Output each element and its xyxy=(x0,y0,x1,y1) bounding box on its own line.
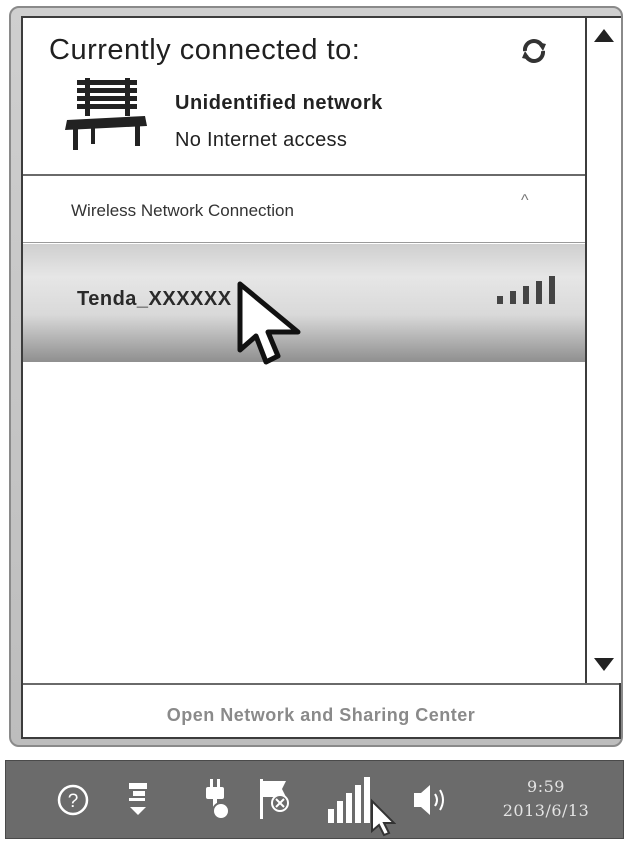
scroll-up-arrow-icon[interactable] xyxy=(591,24,617,48)
connection-header: Currently connected to: Unidentified net… xyxy=(23,18,585,176)
help-icon[interactable]: ? xyxy=(56,783,90,817)
connection-status: No Internet access xyxy=(175,129,348,151)
svg-text:?: ? xyxy=(68,791,79,812)
bench-network-icon xyxy=(65,78,147,150)
taskbar: ? 9:59 2013/6/13 xyxy=(5,760,624,839)
speaker-icon[interactable] xyxy=(410,781,454,819)
popup-title: Currently connected to: xyxy=(49,34,361,66)
mouse-pointer-icon xyxy=(237,281,301,365)
wifi-signal-icon[interactable] xyxy=(324,771,396,837)
signal-strength-icon xyxy=(497,276,555,304)
action-center-flag-icon[interactable] xyxy=(256,777,292,821)
collapse-caret-icon[interactable]: ^ xyxy=(521,192,529,210)
display-icon[interactable] xyxy=(124,779,152,819)
system-clock[interactable]: 9:59 2013/6/13 xyxy=(486,775,606,823)
clock-date: 2013/6/13 xyxy=(502,801,590,820)
popup-footer: Open Network and Sharing Center xyxy=(23,683,619,739)
clock-time: 9:59 xyxy=(527,777,565,796)
wireless-section-header[interactable]: Wireless Network Connection ^ xyxy=(23,174,585,243)
network-popup: Currently connected to: Unidentified net… xyxy=(21,16,621,739)
power-plug-icon[interactable] xyxy=(198,777,232,823)
network-ssid: Tenda_XXXXXX xyxy=(77,288,232,310)
connected-network-name: Unidentified network xyxy=(175,92,383,114)
refresh-icon[interactable] xyxy=(517,34,551,68)
section-label: Wireless Network Connection xyxy=(71,201,294,220)
scrollbar[interactable] xyxy=(585,18,621,683)
scroll-down-arrow-icon[interactable] xyxy=(591,652,617,676)
open-network-sharing-center-link[interactable]: Open Network and Sharing Center xyxy=(23,705,619,726)
